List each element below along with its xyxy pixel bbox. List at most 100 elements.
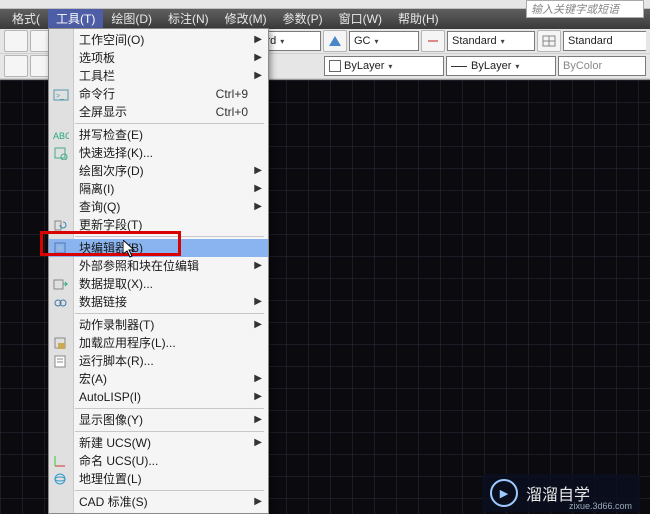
watermark: ▶ 溜溜自学 zixue.3d66.com [482,474,640,512]
menu-dim[interactable]: 标注(N) [160,9,217,29]
link-icon [53,295,69,309]
combo-tablestyle[interactable]: Standard [563,31,646,51]
menu-item-绘图次序D[interactable]: 绘图次序(D)▶ [49,162,268,180]
menu-item-数据提取X[interactable]: 数据提取(X)... [49,275,268,293]
blank-icon [53,33,69,47]
submenu-arrow-icon: ▶ [254,67,262,85]
geo-icon [53,472,69,486]
submenu-arrow-icon: ▶ [254,493,262,511]
menu-item-label: AutoLISP(I) [79,390,141,404]
combo-linecolor[interactable]: ByLayer ▾ [324,56,444,76]
menu-item-label: 命令行 [79,87,115,101]
blank-icon [53,105,69,119]
menu-item-加载应用程序L[interactable]: 加载应用程序(L)... [49,334,268,352]
submenu-arrow-icon: ▶ [254,316,262,334]
menu-item-AutoLISPI[interactable]: AutoLISP(I) ▶ [49,388,268,406]
blank-icon [53,413,69,427]
svg-text:>_: >_ [56,93,64,100]
tool-btn-1[interactable] [4,30,28,52]
menu-item-查询Q[interactable]: 查询(Q) ▶ [49,198,268,216]
menu-item-label: 运行脚本(R)... [79,354,154,368]
combo-dimstyle[interactable]: Standard▾ [447,31,535,51]
blank-icon [53,182,69,196]
menu-separator [75,490,264,491]
menu-item-宏A[interactable]: 宏(A)▶ [49,370,268,388]
qsel-icon [53,146,69,160]
menu-draw[interactable]: 绘图(D) [103,9,160,29]
menu-item-label: 查询(Q) [79,200,120,214]
combo-linetype[interactable]: ByLayer ▾ [446,56,556,76]
menu-format[interactable]: 格式( [4,9,48,29]
menu-item-运行脚本R[interactable]: 运行脚本(R)... [49,352,268,370]
anno-toggle-icon[interactable] [323,30,347,52]
search-box[interactable]: 输入关键字或短语 [526,0,644,18]
menu-item-显示图像Y[interactable]: 显示图像(Y)▶ [49,411,268,429]
submenu-arrow-icon: ▶ [254,434,262,452]
ucs-icon [53,454,69,468]
play-icon: ▶ [490,479,518,507]
menu-item-数据链接[interactable]: 数据链接▶ [49,293,268,311]
abc-icon: ABC [53,128,69,142]
combo-anno[interactable]: GC▾ [349,31,419,51]
menu-item-label: 地理位置(L) [79,472,142,486]
menu-item-地理位置L[interactable]: 地理位置(L) [49,470,268,488]
menu-item-label: 命名 UCS(U)... [79,454,158,468]
app-icon [53,336,69,350]
menu-separator [75,431,264,432]
menu-item-全屏显示[interactable]: 全屏显示Ctrl+0 [49,103,268,121]
blank-icon [53,51,69,65]
blk-icon [53,241,69,255]
submenu-arrow-icon: ▶ [254,257,262,275]
ext-icon [53,277,69,291]
blank-icon [53,390,69,404]
combo-tablestyle-value: Standard [568,35,613,47]
blank-icon [53,495,69,509]
menu-item-label: 绘图次序(D) [79,164,144,178]
menu-item-label: CAD 标准(S) [79,495,148,509]
menu-item-label: 数据链接 [79,295,127,309]
menu-item-选项板[interactable]: 选项板▶ [49,49,268,67]
combo-plotstyle[interactable]: ByColor [558,56,646,76]
menu-modify[interactable]: 修改(M) [217,9,275,29]
watermark-url: zixue.3d66.com [569,501,632,511]
menu-item-拼写检查E[interactable]: ABC 拼写检查(E) [49,126,268,144]
menu-item-动作录制器T[interactable]: 动作录制器(T)▶ [49,316,268,334]
menu-item-更新字段T[interactable]: 更新字段(T) [49,216,268,234]
submenu-arrow-icon: ▶ [254,198,262,216]
table-icon[interactable] [537,30,561,52]
menu-item-命令行[interactable]: >_命令行Ctrl+9 [49,85,268,103]
menu-item-label: 数据提取(X)... [79,277,153,291]
submenu-arrow-icon: ▶ [254,388,262,406]
menu-help[interactable]: 帮助(H) [390,9,447,29]
tool2-btn-1[interactable] [4,55,28,77]
menu-item-label: 快速选择(K)... [79,146,153,160]
blank-icon [53,259,69,273]
menu-param[interactable]: 参数(P) [275,9,331,29]
combo-plotstyle-value: ByColor [563,60,602,72]
submenu-arrow-icon: ▶ [254,411,262,429]
menu-tools[interactable]: 工具(T) [48,9,103,29]
blank-icon [53,372,69,386]
menu-item-隔离I[interactable]: 隔离(I)▶ [49,180,268,198]
menu-item-label: 隔离(I) [79,182,114,196]
submenu-arrow-icon: ▶ [254,370,262,388]
menu-window[interactable]: 窗口(W) [331,9,390,29]
submenu-arrow-icon: ▶ [254,49,262,67]
dim-icon[interactable] [421,30,445,52]
menu-item-命名UCSU[interactable]: 命名 UCS(U)... [49,452,268,470]
menu-item-工作空间O[interactable]: 工作空间(O)▶ [49,31,268,49]
blank-icon [53,200,69,214]
menu-item-快速选择K[interactable]: 快速选择(K)... [49,144,268,162]
menu-item-新建UCSW[interactable]: 新建 UCS(W)▶ [49,434,268,452]
menu-item-label: 工具栏 [79,69,115,83]
menu-item-CAD标准S[interactable]: CAD 标准(S) ▶ [49,493,268,511]
menu-separator [75,123,264,124]
upd-icon [53,218,69,232]
menu-item-外部参照和块在位编辑[interactable]: 外部参照和块在位编辑 ▶ [49,257,268,275]
combo-linetype-value: ByLayer [471,60,511,72]
menu-item-label: 拼写检查(E) [79,128,143,142]
menu-item-label: 外部参照和块在位编辑 [79,259,199,273]
menu-item-工具栏[interactable]: 工具栏 ▶ [49,67,268,85]
blank-icon [53,436,69,450]
menu-item-块编辑器B[interactable]: 块编辑器(B) [49,239,268,257]
